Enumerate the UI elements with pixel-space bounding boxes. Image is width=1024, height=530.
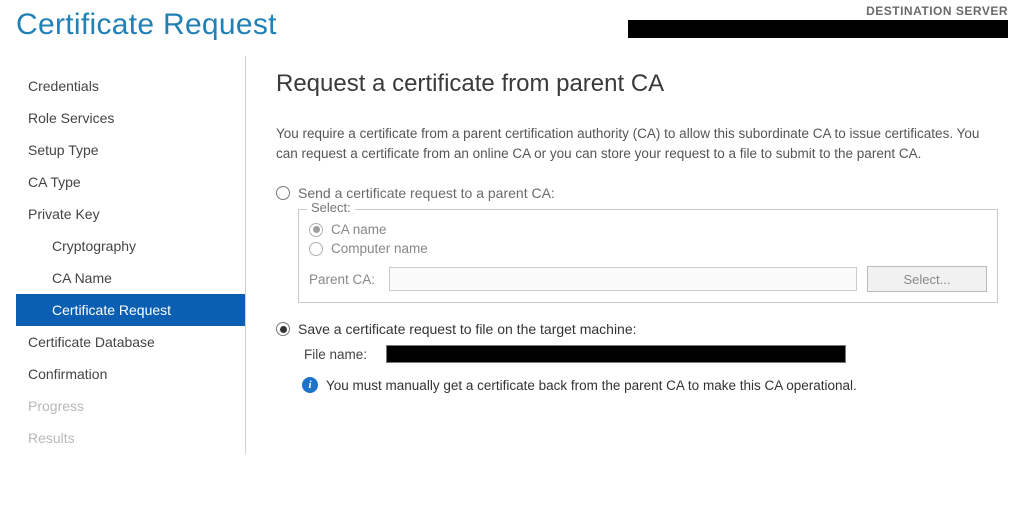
sidebar-item-ca-type[interactable]: CA Type [16, 166, 245, 198]
parent-ca-input [389, 267, 857, 291]
file-name-label: File name: [304, 347, 376, 362]
radio-icon [309, 242, 323, 256]
sub-option-computer-name: Computer name [309, 241, 987, 256]
info-icon: i [302, 377, 318, 393]
sidebar-item-cryptography[interactable]: Cryptography [16, 230, 245, 262]
parent-ca-row: Parent CA: Select... [309, 266, 987, 292]
sub-option-ca-name-label: CA name [331, 222, 387, 237]
content-title: Request a certificate from parent CA [276, 70, 1014, 98]
sidebar-item-certificate-database[interactable]: Certificate Database [16, 326, 245, 358]
sidebar-item-setup-type[interactable]: Setup Type [16, 134, 245, 166]
destination-server-block: DESTINATION SERVER [628, 4, 1008, 38]
wizard-sidebar: Credentials Role Services Setup Type CA … [16, 56, 246, 454]
sub-option-computer-name-label: Computer name [331, 241, 428, 256]
sidebar-item-results: Results [16, 422, 245, 454]
sidebar-item-role-services[interactable]: Role Services [16, 102, 245, 134]
radio-icon[interactable] [276, 322, 290, 336]
sidebar-item-progress: Progress [16, 390, 245, 422]
select-button: Select... [867, 266, 987, 292]
option-send-request-label: Send a certificate request to a parent C… [298, 185, 555, 201]
file-name-input-redacted[interactable] [386, 345, 846, 363]
destination-server-value-redacted [628, 20, 1008, 38]
radio-icon[interactable] [276, 186, 290, 200]
option-save-request[interactable]: Save a certificate request to file on th… [276, 321, 1014, 337]
radio-icon [309, 223, 323, 237]
sidebar-item-confirmation[interactable]: Confirmation [16, 358, 245, 390]
wizard-title: Certificate Request [16, 8, 277, 42]
parent-ca-label: Parent CA: [309, 272, 379, 287]
info-note: i You must manually get a certificate ba… [302, 377, 1014, 393]
destination-server-label: DESTINATION SERVER [628, 4, 1008, 18]
content-pane: Request a certificate from parent CA You… [246, 56, 1024, 454]
option-send-request[interactable]: Send a certificate request to a parent C… [276, 185, 1014, 201]
select-fieldset: Select: CA name Computer name Parent CA:… [298, 209, 998, 303]
option-save-request-label: Save a certificate request to file on th… [298, 321, 637, 337]
info-text: You must manually get a certificate back… [326, 378, 857, 393]
file-name-row: File name: [304, 345, 1014, 363]
sidebar-item-ca-name[interactable]: CA Name [16, 262, 245, 294]
wizard-header: Certificate Request DESTINATION SERVER [0, 0, 1024, 56]
content-description: You require a certificate from a parent … [276, 124, 996, 163]
sidebar-item-private-key[interactable]: Private Key [16, 198, 245, 230]
sidebar-item-credentials[interactable]: Credentials [16, 70, 245, 102]
wizard-body: Credentials Role Services Setup Type CA … [0, 56, 1024, 454]
select-fieldset-legend: Select: [307, 200, 355, 215]
sidebar-item-certificate-request[interactable]: Certificate Request [16, 294, 245, 326]
sub-option-ca-name: CA name [309, 222, 987, 237]
